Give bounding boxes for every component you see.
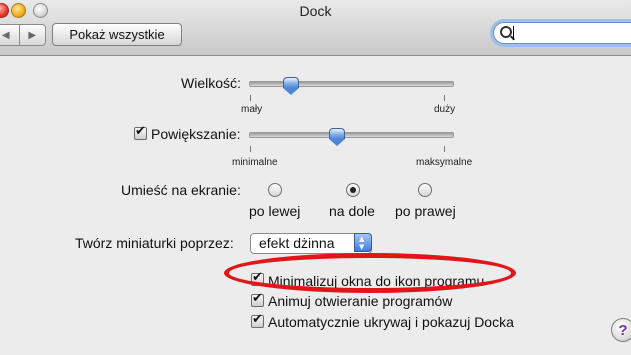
window-titlebar: Dock ◀ ▶ Pokaż wszystkie — [0, 0, 631, 56]
search-input[interactable] — [516, 24, 630, 42]
magnification-checkbox[interactable] — [134, 124, 147, 140]
size-slider-track[interactable] — [249, 81, 454, 87]
magnification-min-tick — [250, 146, 251, 152]
magnification-max-tick — [444, 146, 445, 152]
text-caret — [513, 26, 514, 40]
back-icon[interactable]: ◀ — [0, 25, 19, 45]
popup-stepper-icon: ▲ ▼ — [354, 233, 372, 252]
minimize-to-app-icon-label: Minimalizuj okna do ikon programu — [268, 273, 485, 289]
minimize-effect-value: efekt dżinna — [259, 235, 335, 251]
position-left-label: po lewej — [249, 203, 301, 219]
show-all-button[interactable]: Pokaż wszystkie — [52, 23, 182, 46]
position-left-radio[interactable] — [268, 183, 282, 197]
size-slider-thumb[interactable] — [283, 77, 299, 95]
size-min-tick — [250, 95, 251, 101]
animate-opening-label: Animuj otwieranie programów — [268, 293, 453, 309]
minimize-to-app-icon-checkbox[interactable] — [251, 270, 264, 286]
search-field[interactable] — [493, 22, 631, 44]
magnification-max-label: maksymalne — [416, 157, 473, 168]
size-max-tick — [444, 95, 445, 101]
position-label: Umieść na ekranie: — [121, 182, 241, 198]
forward-icon[interactable]: ▶ — [18, 25, 46, 45]
magnification-slider-track[interactable] — [249, 132, 454, 138]
position-right-radio[interactable] — [418, 183, 432, 197]
size-min-label: mały — [241, 104, 263, 115]
magnification-slider-thumb[interactable] — [329, 128, 345, 146]
stepper-up-icon: ▲ — [359, 235, 365, 243]
search-icon — [500, 26, 512, 38]
size-max-label: duży — [434, 104, 456, 115]
minimize-effect-label: Twórz miniaturki poprzez: — [75, 235, 234, 251]
minimize-effect-popup[interactable]: efekt dżinna ▲ ▼ — [250, 233, 372, 254]
autohide-dock-checkbox[interactable] — [251, 312, 264, 328]
animate-opening-checkbox[interactable] — [251, 291, 264, 307]
size-label: Wielkość: — [181, 75, 241, 91]
magnification-min-label: minimalne — [232, 157, 278, 168]
window-title: Dock — [299, 3, 332, 19]
position-bottom-label: na dole — [329, 203, 375, 219]
stepper-down-icon: ▼ — [359, 243, 365, 251]
magnification-label: Powiększanie: — [151, 126, 241, 142]
position-bottom-radio[interactable] — [346, 183, 360, 197]
position-right-label: po prawej — [395, 203, 456, 219]
navigation-buttons: ◀ ▶ — [0, 24, 46, 46]
help-button[interactable]: ? — [611, 318, 631, 342]
autohide-dock-label: Automatycznie ukrywaj i pokazuj Docka — [268, 314, 514, 330]
